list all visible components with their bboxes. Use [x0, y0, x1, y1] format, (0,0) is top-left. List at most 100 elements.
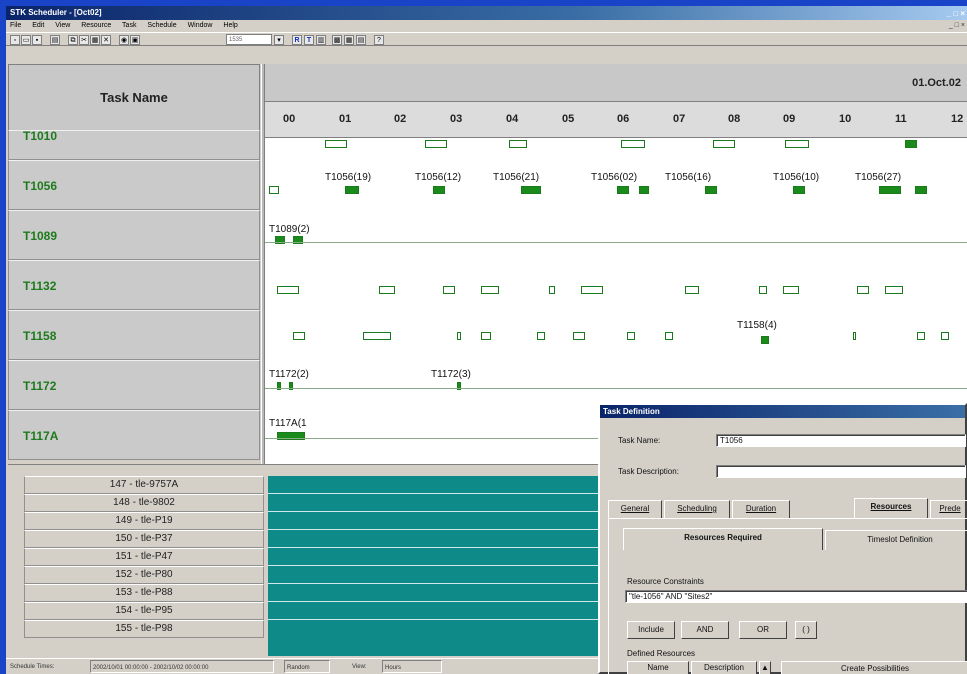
paste-icon[interactable]: ▦ [90, 35, 100, 45]
task-bar[interactable] [761, 336, 769, 344]
task-bar[interactable] [685, 286, 699, 294]
new-icon[interactable]: ▫ [10, 35, 20, 45]
zoom-select[interactable]: 1535 [226, 34, 272, 45]
menu-window[interactable]: Window [188, 22, 213, 29]
resource-row[interactable]: 152 - tle-P80 [24, 566, 264, 584]
task-bar[interactable] [325, 140, 347, 148]
task-bar[interactable] [917, 332, 925, 340]
column-description[interactable]: Description [691, 661, 757, 674]
resource-row[interactable]: 147 - tle-9757A [24, 476, 264, 494]
resource-row[interactable]: 154 - tle-P95 [24, 602, 264, 620]
mdi-controls[interactable]: _ □ × [949, 20, 965, 32]
and-button[interactable]: AND [681, 621, 729, 639]
task-bar[interactable] [785, 140, 809, 148]
subtab-timeslot-definition[interactable]: Timeslot Definition [825, 530, 967, 550]
task-bar[interactable] [573, 332, 585, 340]
task-bar[interactable] [627, 332, 635, 340]
resource-row[interactable]: 153 - tle-P88 [24, 584, 264, 602]
menu-view[interactable]: View [55, 22, 70, 29]
task-bar[interactable] [509, 140, 527, 148]
constraints-field[interactable]: "tle-1056" AND "Sites2" [625, 590, 967, 603]
task-bar[interactable] [425, 140, 447, 148]
menu-schedule[interactable]: Schedule [147, 22, 176, 29]
task-bar[interactable] [713, 140, 735, 148]
menu-help[interactable]: Help [223, 22, 237, 29]
task-bar[interactable] [293, 332, 305, 340]
resource-row[interactable]: 150 - tle-P37 [24, 530, 264, 548]
task-bar[interactable] [481, 286, 499, 294]
task-description-field[interactable] [716, 465, 966, 478]
task-bar[interactable] [481, 332, 491, 340]
task-bar[interactable] [521, 186, 541, 194]
task-row[interactable]: T1089 [8, 210, 260, 260]
cut-icon[interactable]: ✂ [79, 35, 89, 45]
task-bar[interactable] [783, 286, 799, 294]
scroll-up-icon[interactable]: ▲ [759, 661, 771, 674]
resource-row[interactable]: 155 - tle-P98 [24, 620, 264, 638]
task-bar[interactable] [857, 286, 869, 294]
task-bar[interactable] [905, 140, 917, 148]
menu-task[interactable]: Task [122, 22, 136, 29]
tab-predecessors[interactable]: Prede [930, 500, 967, 518]
subtab-resources-required[interactable]: Resources Required [623, 528, 823, 550]
save-icon[interactable]: ▪ [32, 35, 42, 45]
task-row[interactable]: T1158 [8, 310, 260, 360]
chart-icon[interactable]: ▩ [332, 35, 342, 45]
task-bar[interactable] [433, 186, 445, 194]
find-icon[interactable]: ◉ [119, 35, 129, 45]
task-row[interactable]: T1010 [8, 130, 260, 160]
delete-icon[interactable]: ✕ [101, 35, 111, 45]
column-name[interactable]: Name [627, 661, 689, 674]
menu-file[interactable]: File [10, 22, 21, 29]
properties-icon[interactable]: ▣ [130, 35, 140, 45]
task-bar[interactable] [665, 332, 673, 340]
task-bar[interactable] [277, 286, 299, 294]
task-bar[interactable] [379, 286, 395, 294]
task-bar[interactable] [759, 286, 767, 294]
menu-resource[interactable]: Resource [81, 22, 111, 29]
parentheses-button[interactable]: ( ) [795, 621, 817, 639]
tab-duration[interactable]: Duration [732, 500, 790, 518]
grid-icon[interactable]: ▦ [344, 35, 354, 45]
task-bar[interactable] [621, 140, 645, 148]
gantt-icon[interactable]: ▥ [316, 35, 326, 45]
task-bar[interactable] [793, 186, 805, 194]
or-button[interactable]: OR [739, 621, 787, 639]
resource-row[interactable]: 148 - tle-9802 [24, 494, 264, 512]
resource-row[interactable]: 151 - tle-P47 [24, 548, 264, 566]
tab-general[interactable]: General [608, 500, 662, 518]
task-bar[interactable] [581, 286, 603, 294]
task-row[interactable]: T117A [8, 410, 260, 460]
open-icon[interactable]: ▭ [21, 35, 31, 45]
task-bar[interactable] [269, 186, 279, 194]
dropdown-arrow-icon[interactable]: ▾ [274, 35, 284, 45]
task-bar[interactable] [363, 332, 391, 340]
task-bar[interactable] [457, 332, 461, 340]
resource-row[interactable]: 149 - tle-P19 [24, 512, 264, 530]
print-icon[interactable]: ▤ [50, 35, 60, 45]
tab-scheduling[interactable]: Scheduling [664, 500, 730, 518]
task-row[interactable]: T1056 [8, 160, 260, 210]
task-bar[interactable] [537, 332, 545, 340]
task-bar[interactable] [885, 286, 903, 294]
task-bar[interactable] [705, 186, 717, 194]
tab-resources[interactable]: Resources [854, 498, 928, 518]
help-icon[interactable]: ? [374, 35, 384, 45]
task-bar[interactable] [345, 186, 359, 194]
task-bar[interactable] [443, 286, 455, 294]
task-bar[interactable] [853, 332, 856, 340]
window-controls[interactable]: _ □ × [947, 7, 965, 21]
task-bar[interactable] [549, 286, 555, 294]
task-view-button[interactable]: T [304, 35, 314, 45]
task-row[interactable]: T1132 [8, 260, 260, 310]
task-row[interactable]: T1172 [8, 360, 260, 410]
create-possibilities-button[interactable]: Create Possibilities [781, 661, 967, 674]
task-bar[interactable] [941, 332, 949, 340]
copy-icon[interactable]: ⧉ [68, 35, 78, 45]
task-bar[interactable] [879, 186, 901, 194]
include-button[interactable]: Include [627, 621, 675, 639]
task-bar[interactable] [915, 186, 927, 194]
task-bar[interactable] [639, 186, 649, 194]
task-name-field[interactable]: T1056 [716, 434, 966, 447]
menu-edit[interactable]: Edit [32, 22, 44, 29]
